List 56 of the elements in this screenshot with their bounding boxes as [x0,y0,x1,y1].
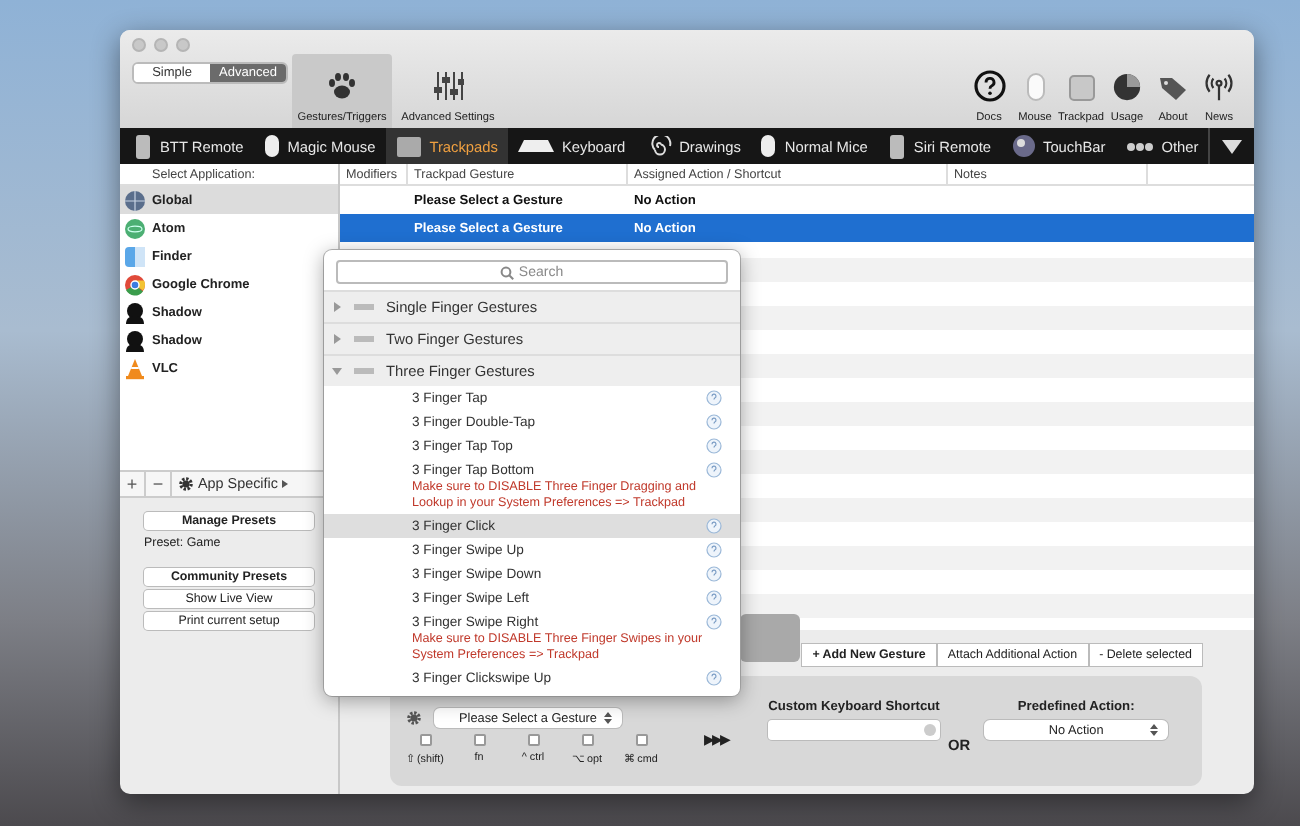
sliders-icon [432,70,464,102]
atom-icon [124,217,146,239]
blank-button[interactable] [740,614,800,662]
help-icon[interactable] [706,462,722,478]
keyboard-icon [517,140,554,152]
checkbox[interactable] [635,734,647,746]
silhouette-icon [124,301,146,323]
dots-icon [1125,141,1154,151]
finder-icon [124,245,146,267]
disclosure-icon [332,366,342,376]
help-icon[interactable] [706,590,722,606]
checkbox[interactable] [581,734,593,746]
help-icon[interactable] [706,670,722,686]
help-icon[interactable] [706,414,722,430]
help-icon [973,70,1005,102]
tag-icon [1158,74,1188,102]
trackpad-icon [395,135,422,157]
mouse-icon [263,134,280,158]
checkbox[interactable] [419,734,431,746]
search-icon [500,265,515,279]
dash-icon [354,336,374,342]
minimize-button[interactable] [154,38,168,52]
antenna-icon [1204,72,1234,102]
checkbox[interactable] [527,734,539,746]
caret-icon [281,479,288,487]
shortcut-field[interactable] [768,720,940,740]
disclosure-icon [332,302,342,312]
stepper-icon [1150,724,1159,736]
help-icon[interactable] [706,518,722,534]
help-icon[interactable] [706,390,722,406]
pie-chart-icon [1112,72,1142,102]
globe-icon [124,189,146,211]
dash-icon [354,304,374,310]
mouse-icon [1025,72,1045,102]
trackpad-icon [1067,74,1095,102]
remote-icon [134,133,152,159]
remote-icon [887,133,906,159]
help-icon[interactable] [706,566,722,582]
checkbox[interactable] [473,734,485,746]
help-icon[interactable] [706,542,722,558]
paw-icon [326,70,358,102]
help-icon[interactable] [706,614,722,630]
dash-icon [354,368,374,374]
disclosure-icon [332,334,342,344]
help-icon[interactable] [706,438,722,454]
gear-icon[interactable] [406,710,422,726]
clear-icon [924,724,936,736]
zoom-button[interactable] [176,38,190,52]
orb-icon [1011,134,1035,158]
spiral-icon [645,135,672,157]
triangle-icon [1222,139,1243,153]
silhouette-icon [124,329,146,351]
gear-icon [178,475,194,491]
stepper-icon [604,712,612,724]
mouse-icon [760,134,777,158]
close-button[interactable] [132,38,146,52]
